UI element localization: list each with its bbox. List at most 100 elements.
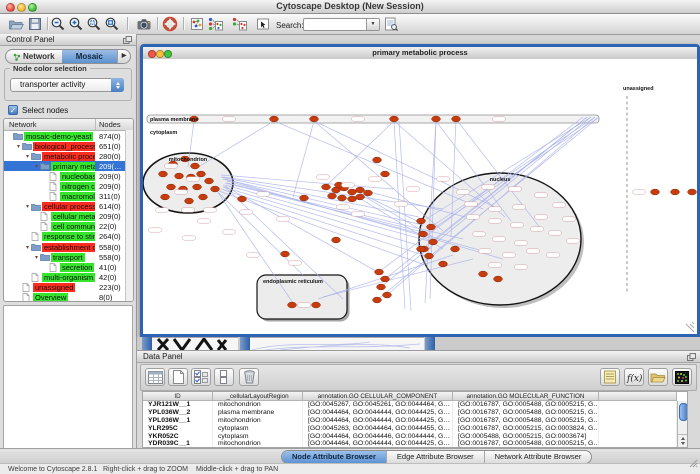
network-node[interactable]: [364, 190, 373, 196]
network-node[interactable]: [375, 269, 384, 275]
network-node[interactable]: [688, 189, 697, 195]
network-node[interactable]: [328, 193, 337, 199]
network-node[interactable]: [381, 171, 390, 177]
delete-attribute-icon[interactable]: [239, 368, 259, 386]
attribute-spreadsheet-icon[interactable]: [145, 368, 165, 386]
network-node[interactable]: [175, 173, 184, 179]
background-window-edge[interactable]: [142, 337, 152, 350]
tree-row[interactable]: macromolecule311(0): [4, 192, 133, 202]
network-node[interactable]: [211, 186, 220, 192]
network-node[interactable]: [161, 194, 170, 200]
zoom-fit-icon[interactable]: [104, 16, 121, 32]
search-input[interactable]: ▼: [303, 18, 380, 31]
tree-row[interactable]: cellular metabol209(0): [4, 212, 133, 222]
select-attributes-icon[interactable]: [191, 368, 211, 386]
tree-scrollbar[interactable]: [125, 130, 133, 301]
new-attribute-icon[interactable]: [168, 368, 188, 386]
attribute-search-icon[interactable]: [383, 16, 400, 32]
tree-row[interactable]: mosaic-demo-yeast874(0): [4, 131, 133, 141]
zoom-in-icon[interactable]: [68, 16, 85, 32]
network-node[interactable]: [377, 284, 386, 290]
tree-col-network[interactable]: Network: [4, 119, 96, 130]
network-node[interactable]: [373, 157, 382, 163]
network-node[interactable]: [452, 116, 461, 122]
disclosure-arrow-icon[interactable]: ▾: [33, 163, 40, 170]
table-column-header[interactable]: _cellularLayoutRegion: [213, 392, 303, 401]
table-column-header[interactable]: ID: [143, 392, 213, 401]
network-node[interactable]: [451, 246, 460, 252]
network-node[interactable]: [270, 116, 279, 122]
network-node[interactable]: [429, 239, 438, 245]
table-row[interactable]: YPL036W__2plasma membrane[GO:0044464, GO…: [143, 409, 687, 417]
network-node[interactable]: [373, 297, 382, 303]
formula-fx-icon[interactable]: f(x): [624, 368, 644, 386]
network-node[interactable]: [381, 276, 390, 282]
table-column-header[interactable]: annotation.GO MOLECULAR_FUNCTION: [453, 392, 599, 401]
view-minimize-button[interactable]: [156, 50, 164, 58]
network-node[interactable]: [185, 198, 194, 204]
network-node[interactable]: [332, 237, 341, 243]
tab-network[interactable]: Network: [6, 50, 62, 63]
network-node[interactable]: [288, 302, 297, 308]
open-file-icon[interactable]: [8, 16, 25, 32]
network-node[interactable]: [356, 194, 365, 200]
help-lifesaver-icon[interactable]: [162, 16, 179, 32]
zoom-out-icon[interactable]: [50, 16, 67, 32]
network-edge[interactable]: [293, 121, 314, 197]
disclosure-arrow-icon[interactable]: ▾: [15, 143, 22, 150]
load-attributes-folder-icon[interactable]: [648, 368, 668, 386]
network-edge[interactable]: [399, 121, 411, 311]
table-row[interactable]: YDR039C__1mitochondrion[GO:0044464, GO:0…: [143, 440, 687, 448]
background-network-window[interactable]: [250, 337, 424, 351]
tree-row[interactable]: ▾metabolic process280(0): [4, 151, 133, 161]
network-node[interactable]: [238, 196, 247, 202]
tree-row[interactable]: ▾primary metabo209(…: [4, 161, 133, 171]
network-node[interactable]: [419, 231, 428, 237]
select-nodes-checkbox[interactable]: ✓: [8, 105, 18, 115]
tab-mosaic[interactable]: Mosaic: [62, 50, 118, 63]
vizmapper-alt-icon[interactable]: [231, 16, 248, 32]
network-node[interactable]: [356, 187, 365, 193]
table-row[interactable]: YPL036W__1mitochondrion[GO:0044464, GO:0…: [143, 417, 687, 425]
import-attributes-icon[interactable]: [600, 368, 620, 386]
tree-row[interactable]: response to stimulu264(0): [4, 232, 133, 242]
background-window-edge[interactable]: [425, 337, 435, 350]
network-node[interactable]: [281, 251, 290, 257]
tree-row[interactable]: nucleobase-209(0): [4, 171, 133, 181]
network-edge[interactable]: [360, 194, 433, 237]
tree-col-nodes[interactable]: Nodes: [96, 119, 133, 130]
tree-row[interactable]: ▾biological_process651(0): [4, 141, 133, 151]
network-node[interactable]: [205, 178, 214, 184]
tree-row[interactable]: ▾establishment of lo558(0): [4, 242, 133, 252]
network-node[interactable]: [167, 184, 176, 190]
network-node[interactable]: [199, 194, 208, 200]
network-node[interactable]: [439, 261, 448, 267]
network-node[interactable]: [494, 276, 503, 282]
network-node[interactable]: [348, 196, 357, 202]
network-canvas[interactable]: plasma membranecytoplasmmitochondrionnuc…: [143, 59, 697, 334]
tree-row[interactable]: ▾transport558(0): [4, 252, 133, 262]
view-close-button[interactable]: [148, 50, 156, 58]
disclosure-arrow-icon[interactable]: ▾: [24, 153, 31, 160]
tree-row[interactable]: nitrogen compo209(0): [4, 181, 133, 191]
disclosure-arrow-icon[interactable]: ▾: [24, 244, 31, 251]
network-node[interactable]: [338, 195, 347, 201]
network-node[interactable]: [191, 163, 200, 169]
scrollbar-arrows[interactable]: [678, 434, 687, 447]
save-session-icon[interactable]: [27, 16, 44, 32]
zoom-selected-region-icon[interactable]: [86, 16, 103, 32]
unselect-attributes-icon[interactable]: [214, 368, 234, 386]
tab-node-attribute-browser[interactable]: Node Attribute Browser: [282, 451, 386, 463]
tree-row[interactable]: secretion41(0): [4, 262, 133, 272]
network-node[interactable]: [390, 116, 399, 122]
snapshot-camera-icon[interactable]: [136, 16, 153, 32]
tree-row[interactable]: Overview8(0): [4, 293, 133, 303]
network-node[interactable]: [348, 189, 357, 195]
tree-row[interactable]: ▾cellular process614(0): [4, 202, 133, 212]
tree-row[interactable]: unassigned223(0): [4, 282, 133, 292]
network-node[interactable]: [671, 189, 680, 195]
tab-network-attribute-browser[interactable]: Network Attribute Browser: [484, 451, 592, 463]
network-node[interactable]: [651, 189, 660, 195]
network-node[interactable]: [310, 116, 319, 122]
float-panel-icon[interactable]: [123, 36, 132, 48]
